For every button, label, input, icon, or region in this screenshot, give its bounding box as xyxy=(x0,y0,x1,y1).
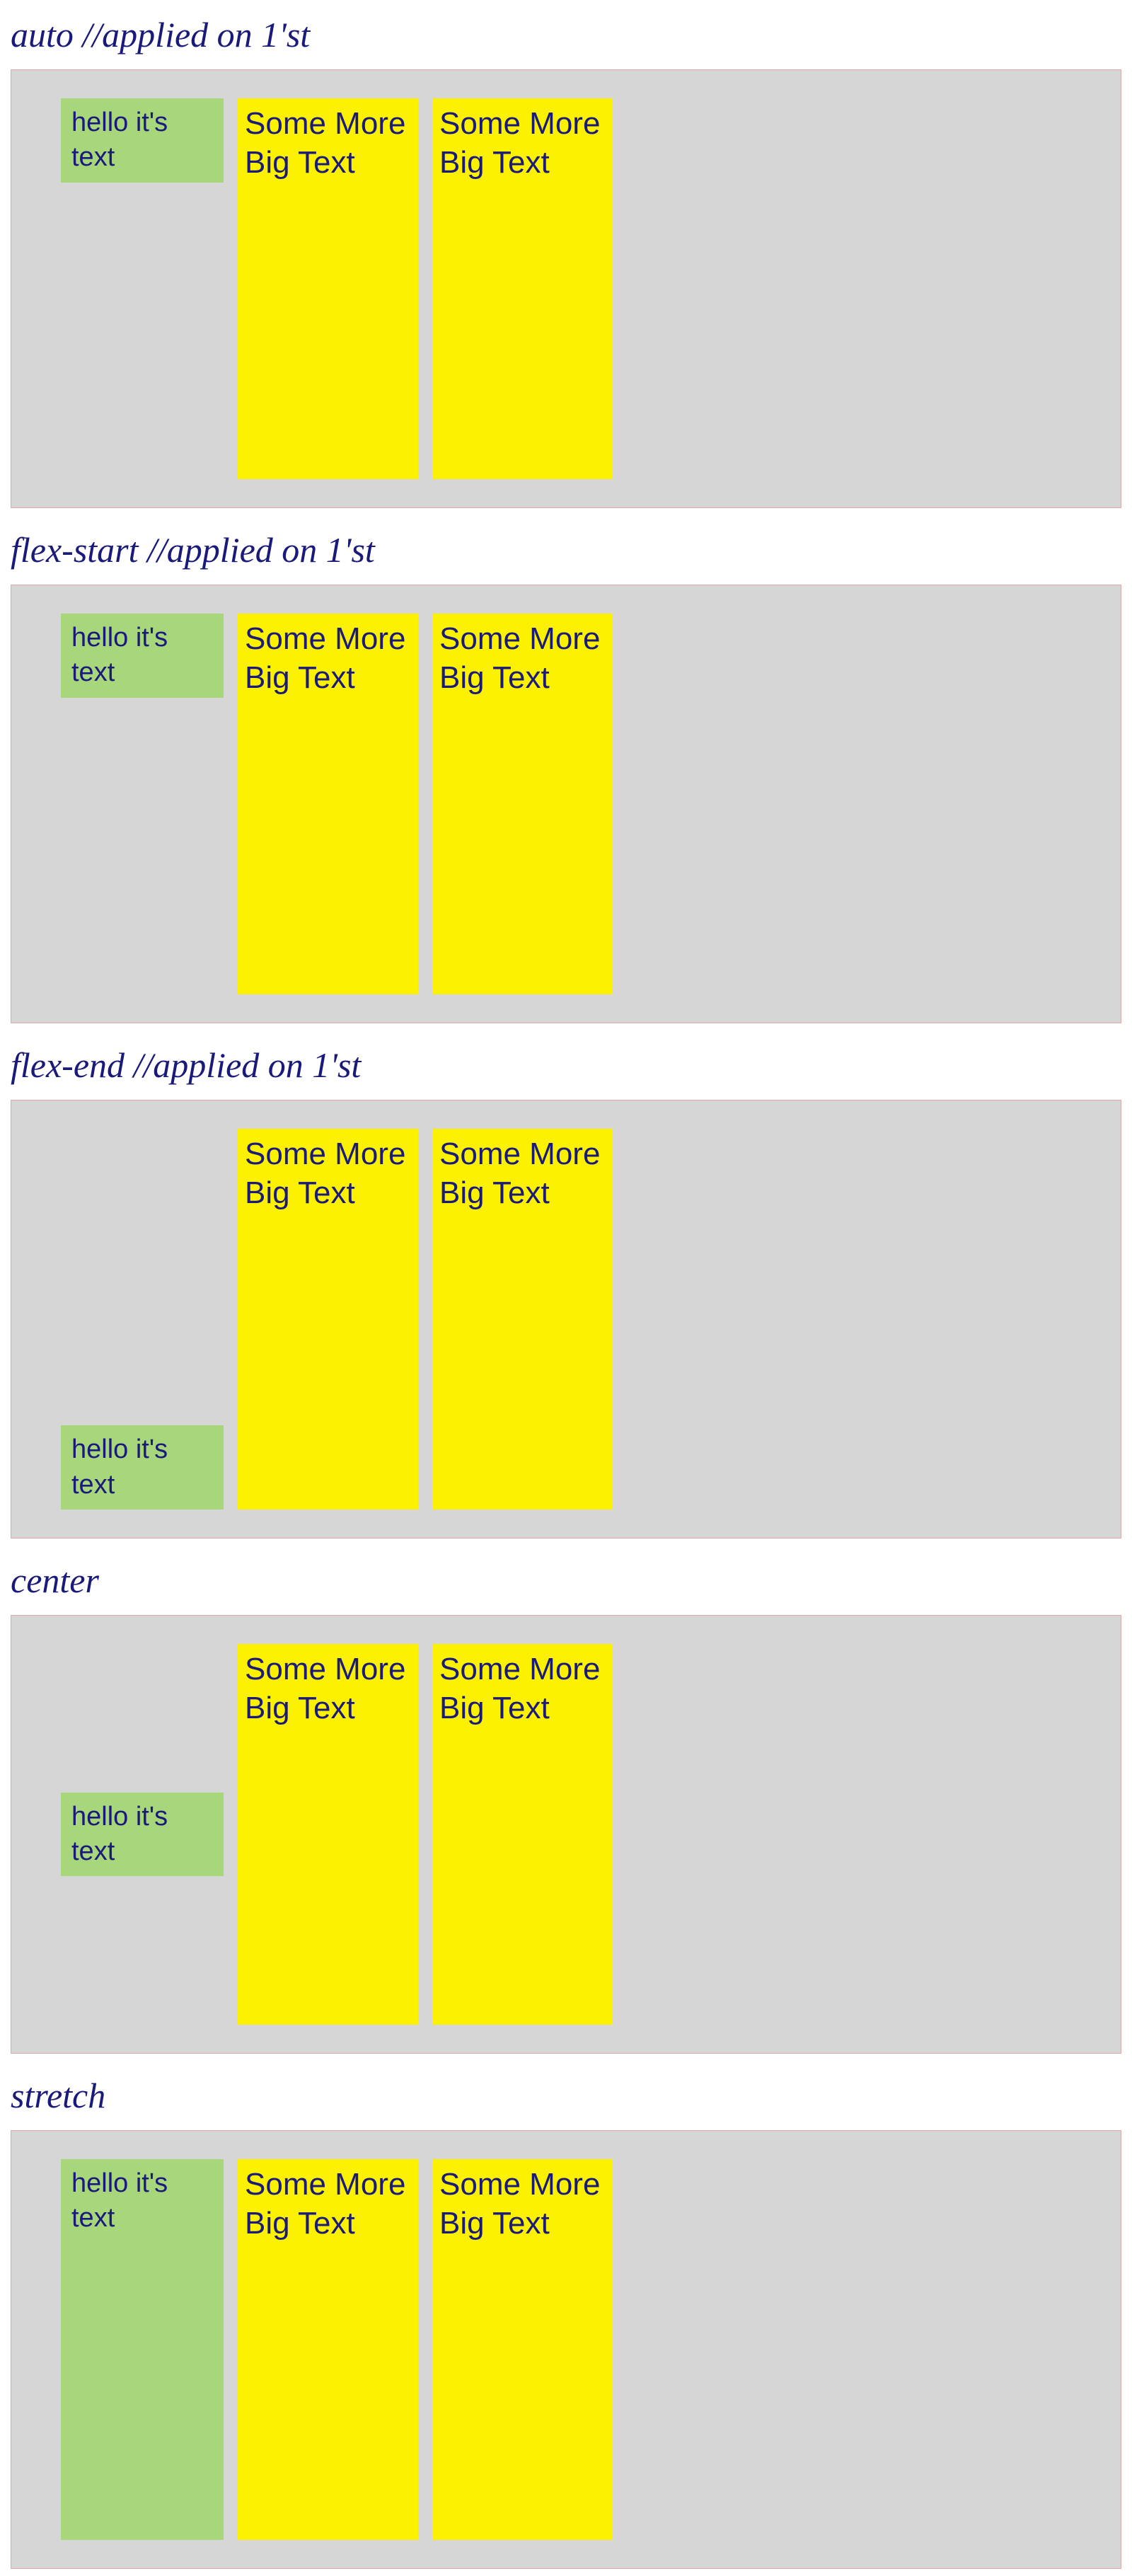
flex-container-stretch: hello it's text Some More Big Text Some … xyxy=(11,2130,1121,2569)
section-stretch: stretch hello it's text Some More Big Te… xyxy=(0,2061,1132,2569)
small-box-flex-end: hello it's text xyxy=(61,1425,224,1510)
big-box-2-center: Some More Big Text xyxy=(432,1644,613,2025)
big-box-1-center: Some More Big Text xyxy=(238,1644,418,2025)
section-title-center: center xyxy=(0,1546,1132,1615)
section-flex-end: flex-end //applied on 1'st hello it's te… xyxy=(0,1030,1132,1539)
section-title-flex-start: flex-start //applied on 1'st xyxy=(0,515,1132,585)
section-center: center hello it's text Some More Big Tex… xyxy=(0,1546,1132,2054)
big-box-1-stretch: Some More Big Text xyxy=(238,2159,418,2540)
section-auto: auto //applied on 1'st hello it's text S… xyxy=(0,0,1132,508)
big-box-2-stretch: Some More Big Text xyxy=(432,2159,613,2540)
small-box-auto: hello it's text xyxy=(61,98,224,183)
section-flex-start: flex-start //applied on 1'st hello it's … xyxy=(0,515,1132,1023)
flex-container-flex-end: hello it's text Some More Big Text Some … xyxy=(11,1100,1121,1539)
small-box-stretch: hello it's text xyxy=(61,2159,224,2540)
big-box-1-auto: Some More Big Text xyxy=(238,98,418,479)
small-box-center: hello it's text xyxy=(61,1793,224,1877)
big-box-1-flex-end: Some More Big Text xyxy=(238,1129,418,1510)
big-box-2-flex-start: Some More Big Text xyxy=(432,614,613,994)
small-box-flex-start: hello it's text xyxy=(61,614,224,698)
big-box-1-flex-start: Some More Big Text xyxy=(238,614,418,994)
big-box-2-flex-end: Some More Big Text xyxy=(432,1129,613,1510)
flex-container-flex-start: hello it's text Some More Big Text Some … xyxy=(11,585,1121,1023)
big-box-2-auto: Some More Big Text xyxy=(432,98,613,479)
flex-container-center: hello it's text Some More Big Text Some … xyxy=(11,1615,1121,2054)
section-title-auto: auto //applied on 1'st xyxy=(0,0,1132,69)
section-title-flex-end: flex-end //applied on 1'st xyxy=(0,1030,1132,1100)
flex-container-auto: hello it's text Some More Big Text Some … xyxy=(11,69,1121,508)
section-title-stretch: stretch xyxy=(0,2061,1132,2130)
